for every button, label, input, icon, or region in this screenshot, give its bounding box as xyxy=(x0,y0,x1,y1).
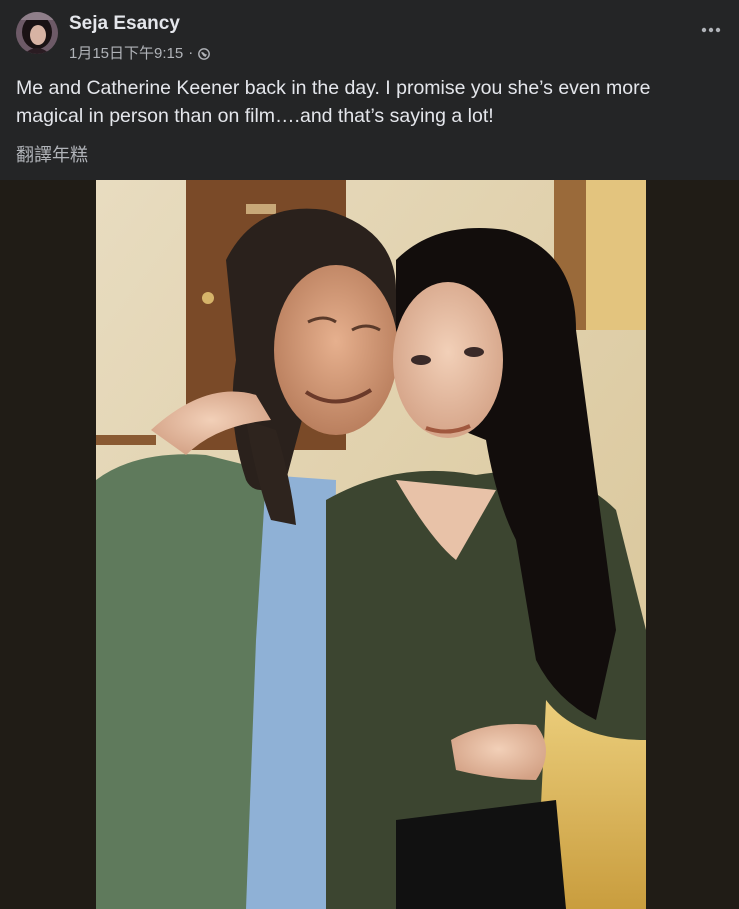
post-timestamp[interactable]: 1月15日下午9:15 xyxy=(69,42,183,63)
post-photo[interactable] xyxy=(96,180,646,909)
post-text: Me and Catherine Keener back in the day.… xyxy=(16,77,651,127)
globe-icon[interactable] xyxy=(198,47,211,60)
more-horizontal-icon xyxy=(701,27,721,33)
post-header: Seja Esancy 1月15日下午9:15 · xyxy=(0,0,739,66)
photo-image xyxy=(96,180,646,909)
meta-separator: · xyxy=(188,44,194,61)
post-meta: 1月15日下午9:15 · xyxy=(69,42,211,63)
photo-container xyxy=(0,180,739,909)
more-options-button[interactable] xyxy=(693,12,729,48)
translate-link[interactable]: 翻譯年糕 xyxy=(16,141,88,167)
author-avatar[interactable] xyxy=(16,12,58,54)
author-name[interactable]: Seja Esancy xyxy=(69,13,180,35)
facebook-post: Seja Esancy 1月15日下午9:15 · Me and Catheri… xyxy=(0,0,739,909)
avatar-image xyxy=(16,12,58,54)
